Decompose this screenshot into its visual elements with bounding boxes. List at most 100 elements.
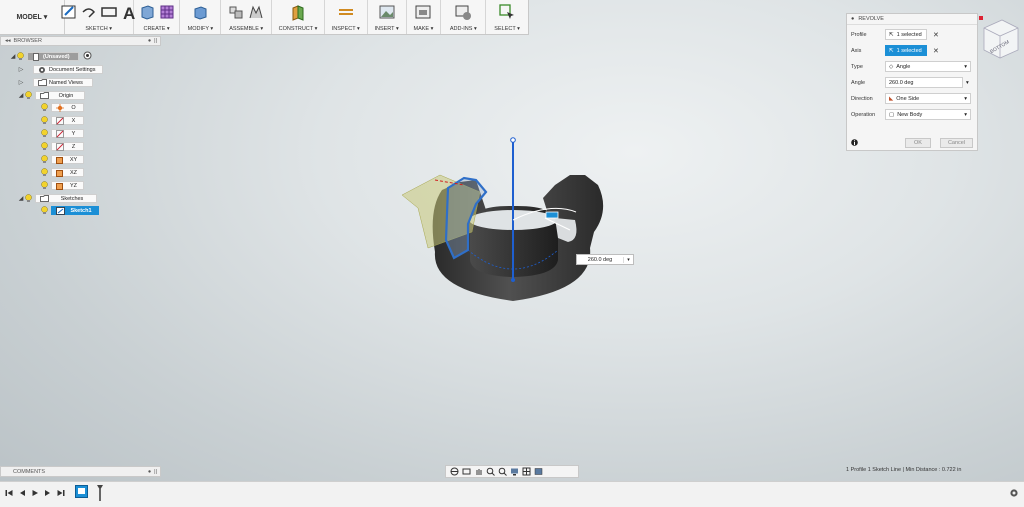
clear-axis-icon[interactable]: ✕ — [933, 47, 939, 55]
clear-profile-icon[interactable]: ✕ — [933, 31, 939, 39]
create-sketch-icon[interactable] — [60, 3, 78, 21]
model-viewport[interactable] — [380, 130, 640, 310]
go-to-start-icon[interactable] — [4, 488, 14, 498]
tree-yz-plane[interactable]: YZ — [40, 180, 84, 191]
active-indicator-icon[interactable] — [83, 51, 92, 62]
timeline-sketch1-item[interactable] — [75, 485, 88, 500]
visibility-bulb-icon[interactable] — [40, 181, 49, 191]
type-dropdown[interactable]: ◇ Angle ▾ — [885, 61, 971, 72]
orbit-icon[interactable] — [449, 466, 460, 477]
revolve-dialog-header[interactable]: ● REVOLVE — [847, 14, 977, 25]
sketch-menu[interactable]: SKETCH ▾ — [85, 24, 112, 34]
select-menu[interactable]: SELECT ▾ — [494, 24, 520, 34]
go-to-end-icon[interactable] — [56, 488, 66, 498]
angle-input[interactable]: 260.0 deg — [885, 77, 963, 88]
tree-origin[interactable]: ◢ Origin — [18, 90, 85, 101]
viewcube-home-icon[interactable] — [979, 16, 983, 20]
select-icon[interactable] — [498, 3, 516, 21]
visibility-bulb-icon[interactable] — [40, 103, 49, 113]
chevron-down-icon[interactable]: ▾ — [966, 80, 969, 86]
document-node[interactable]: (Unsaved) — [27, 52, 79, 61]
cancel-button[interactable]: Cancel — [940, 138, 973, 148]
measure-icon[interactable] — [337, 3, 355, 21]
insert-menu[interactable]: INSERT ▾ — [374, 24, 398, 34]
visibility-bulb-icon[interactable] — [16, 52, 25, 62]
tree-x-axis[interactable]: X — [40, 115, 84, 126]
sketch1-node[interactable]: Sketch1 — [51, 206, 99, 215]
timeline-settings-gear-icon[interactable] — [1009, 488, 1019, 500]
visibility-bulb-icon[interactable] — [40, 206, 49, 216]
create-menu[interactable]: CREATE ▾ — [143, 24, 169, 34]
step-forward-icon[interactable] — [43, 488, 53, 498]
pin-icon[interactable]: ● — [148, 38, 151, 44]
play-icon[interactable] — [30, 488, 40, 498]
joint-icon[interactable] — [247, 3, 265, 21]
make-menu[interactable]: MAKE ▾ — [414, 24, 434, 34]
press-pull-icon[interactable] — [191, 3, 209, 21]
operation-dropdown[interactable]: ▢ New Body ▾ — [885, 109, 971, 120]
addins-menu[interactable]: ADD-INS ▾ — [450, 24, 477, 34]
pan-icon[interactable] — [473, 466, 484, 477]
insert-image-icon[interactable] — [378, 3, 396, 21]
panel-toggle-icon[interactable]: || — [154, 469, 157, 475]
expand-arrow-icon[interactable]: ▷ — [18, 66, 24, 73]
grid-settings-icon[interactable] — [521, 466, 532, 477]
expand-arrow-icon[interactable]: ▷ — [18, 79, 24, 86]
rectangle-icon[interactable] — [100, 3, 118, 21]
angle-dimension-input[interactable]: 260.0 deg ▾ — [576, 254, 634, 265]
inspect-menu[interactable]: INSPECT ▾ — [332, 24, 360, 34]
visibility-bulb-icon[interactable] — [24, 194, 33, 204]
dropdown-arrow-icon[interactable]: ▾ — [623, 256, 633, 263]
3d-print-icon[interactable] — [414, 3, 432, 21]
new-component-icon[interactable] — [227, 3, 245, 21]
box-icon[interactable] — [138, 3, 156, 21]
pattern-icon[interactable] — [158, 3, 176, 21]
tree-named-views[interactable]: ▷ Named Views — [18, 77, 93, 88]
tree-z-axis[interactable]: Z — [40, 141, 84, 152]
comments-panel[interactable]: COMMENTS ● || — [0, 466, 161, 477]
sketch-line-icon[interactable] — [80, 3, 98, 21]
axis-top-point[interactable] — [510, 137, 516, 143]
tree-sketches[interactable]: ◢ Sketches — [18, 193, 97, 204]
tree-origin-point[interactable]: O — [40, 102, 84, 113]
add-comment-icon[interactable]: ● — [148, 469, 151, 475]
look-at-icon[interactable] — [461, 466, 472, 477]
tree-xz-plane[interactable]: XZ — [40, 167, 84, 178]
assemble-menu[interactable]: ASSEMBLE ▾ — [229, 24, 263, 34]
angle-dimension-value[interactable]: 260.0 deg — [577, 257, 623, 263]
tree-document-settings[interactable]: ▷ Document Settings — [18, 64, 103, 75]
timeline-marker-icon[interactable] — [96, 484, 104, 504]
modify-menu[interactable]: MODIFY ▾ — [188, 24, 214, 34]
offset-plane-icon[interactable] — [289, 3, 307, 21]
fit-icon[interactable] — [497, 466, 508, 477]
visibility-bulb-icon[interactable] — [40, 155, 49, 165]
collapse-icon[interactable]: ◂◂ — [5, 38, 11, 44]
browser-root[interactable]: ◢ (Unsaved) — [10, 51, 92, 62]
step-back-icon[interactable] — [17, 488, 27, 498]
visibility-bulb-icon[interactable] — [40, 129, 49, 139]
view-cube[interactable]: BOTTOM — [978, 12, 1022, 62]
ok-button[interactable]: OK — [905, 138, 931, 148]
tree-y-axis[interactable]: Y — [40, 128, 84, 139]
yz-plane-node: YZ — [51, 181, 84, 190]
axis-selector[interactable]: ⇱ 1 selected — [885, 45, 927, 56]
visibility-bulb-icon[interactable] — [40, 142, 49, 152]
visibility-bulb-icon[interactable] — [40, 168, 49, 178]
display-settings-icon[interactable] — [509, 466, 520, 477]
panel-toggle-icon[interactable]: || — [154, 38, 157, 44]
profile-selector[interactable]: ⇱ 1 selected — [885, 29, 927, 40]
visibility-bulb-icon[interactable] — [40, 116, 49, 126]
tree-sketch1[interactable]: Sketch1 — [40, 205, 99, 216]
info-icon[interactable] — [851, 139, 858, 148]
tree-xy-plane[interactable]: XY — [40, 154, 84, 165]
direction-dropdown[interactable]: ◣ One Side ▾ — [885, 93, 971, 104]
zoom-icon[interactable] — [485, 466, 496, 477]
scripts-icon[interactable] — [454, 3, 472, 21]
axis-bottom-point[interactable] — [511, 278, 515, 282]
construct-menu[interactable]: CONSTRUCT ▾ — [279, 24, 318, 34]
angle-handle[interactable] — [545, 211, 559, 219]
visibility-bulb-icon[interactable] — [24, 91, 33, 101]
revolve-dialog: ● REVOLVE Profile ⇱ 1 selected ✕ Axis ⇱ … — [846, 13, 978, 151]
workspace-switcher[interactable]: MODEL ▾ — [0, 0, 65, 34]
viewports-icon[interactable] — [533, 466, 544, 477]
